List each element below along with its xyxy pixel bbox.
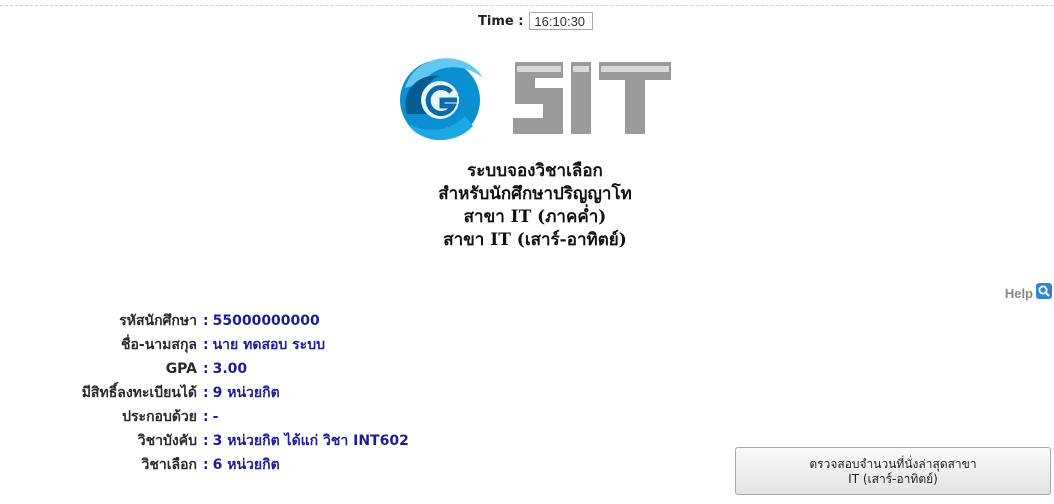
- student-id-label: รหัสนักศึกษา: [119, 313, 197, 329]
- gpa-label: GPA: [165, 361, 197, 377]
- info-row: รหัสนักศึกษา :55000000000: [0, 309, 700, 333]
- gpa-value: 3.00: [212, 361, 248, 377]
- title-line: ระบบจองวิชาเลือก: [467, 161, 603, 181]
- credits-allowed-value: 9 หน่วยกิต: [212, 385, 280, 401]
- name-value: นาย ทดสอบ ระบบ: [212, 337, 325, 353]
- title-line: สาขา IT (เสาร์-อาทิตย์): [443, 230, 627, 250]
- info-row: ประกอบด้วย :-: [0, 405, 700, 429]
- info-row: มีสิทธิ์ลงทะเบียนได้ :9 หน่วยกิต: [0, 381, 700, 405]
- required-courses-label: วิชาบังคับ: [137, 433, 197, 449]
- help-label: Help: [1004, 285, 1033, 301]
- search-icon: [1036, 283, 1052, 303]
- check-seats-line1: ตรวจสอบจำนวนที่นั่งล่าสุดสาขา: [809, 457, 977, 471]
- time-label: Time :: [478, 13, 524, 29]
- check-seats-button[interactable]: ตรวจสอบจำนวนที่นั่งล่าสุดสาขา IT (เสาร์-…: [735, 447, 1051, 495]
- required-courses-value: 3 หน่วยกิต ได้แก่ วิชา INT602: [212, 433, 409, 449]
- top-divider: [0, 5, 1054, 6]
- time-field[interactable]: [529, 12, 594, 30]
- title-line: สาขา IT (ภาคค่ำ): [463, 207, 607, 227]
- name-label: ชื่อ-นามสกุล: [121, 337, 197, 353]
- elective-courses-value: 6 หน่วยกิต: [212, 457, 280, 473]
- info-row: GPA :3.00: [0, 357, 700, 381]
- info-row: วิชาเลือก :6 หน่วยกิต: [0, 453, 700, 477]
- sit-logo: [400, 58, 671, 140]
- elective-courses-label: วิชาเลือก: [141, 457, 197, 473]
- check-seats-line2: IT (เสาร์-อาทิตย์): [848, 472, 938, 486]
- info-row: วิชาบังคับ :3 หน่วยกิต ได้แก่ วิชา INT60…: [0, 429, 700, 453]
- help-link[interactable]: Help: [1005, 283, 1052, 303]
- info-row: ชื่อ-นามสกุล : นาย ทดสอบ ระบบ: [0, 333, 700, 357]
- student-id-value: 55000000000: [212, 313, 320, 329]
- composition-value: -: [212, 409, 219, 425]
- title-line: สำหรับนักศึกษาปริญญาโท: [438, 184, 632, 204]
- credits-allowed-label: มีสิทธิ์ลงทะเบียนได้: [81, 385, 197, 401]
- student-info: รหัสนักศึกษา :55000000000 ชื่อ-นามสกุล :…: [0, 309, 700, 477]
- clock: Time :: [478, 10, 594, 32]
- system-title: ระบบจองวิชาเลือก สำหรับนักศึกษาปริญญาโท …: [350, 160, 720, 252]
- composition-label: ประกอบด้วย: [122, 409, 197, 425]
